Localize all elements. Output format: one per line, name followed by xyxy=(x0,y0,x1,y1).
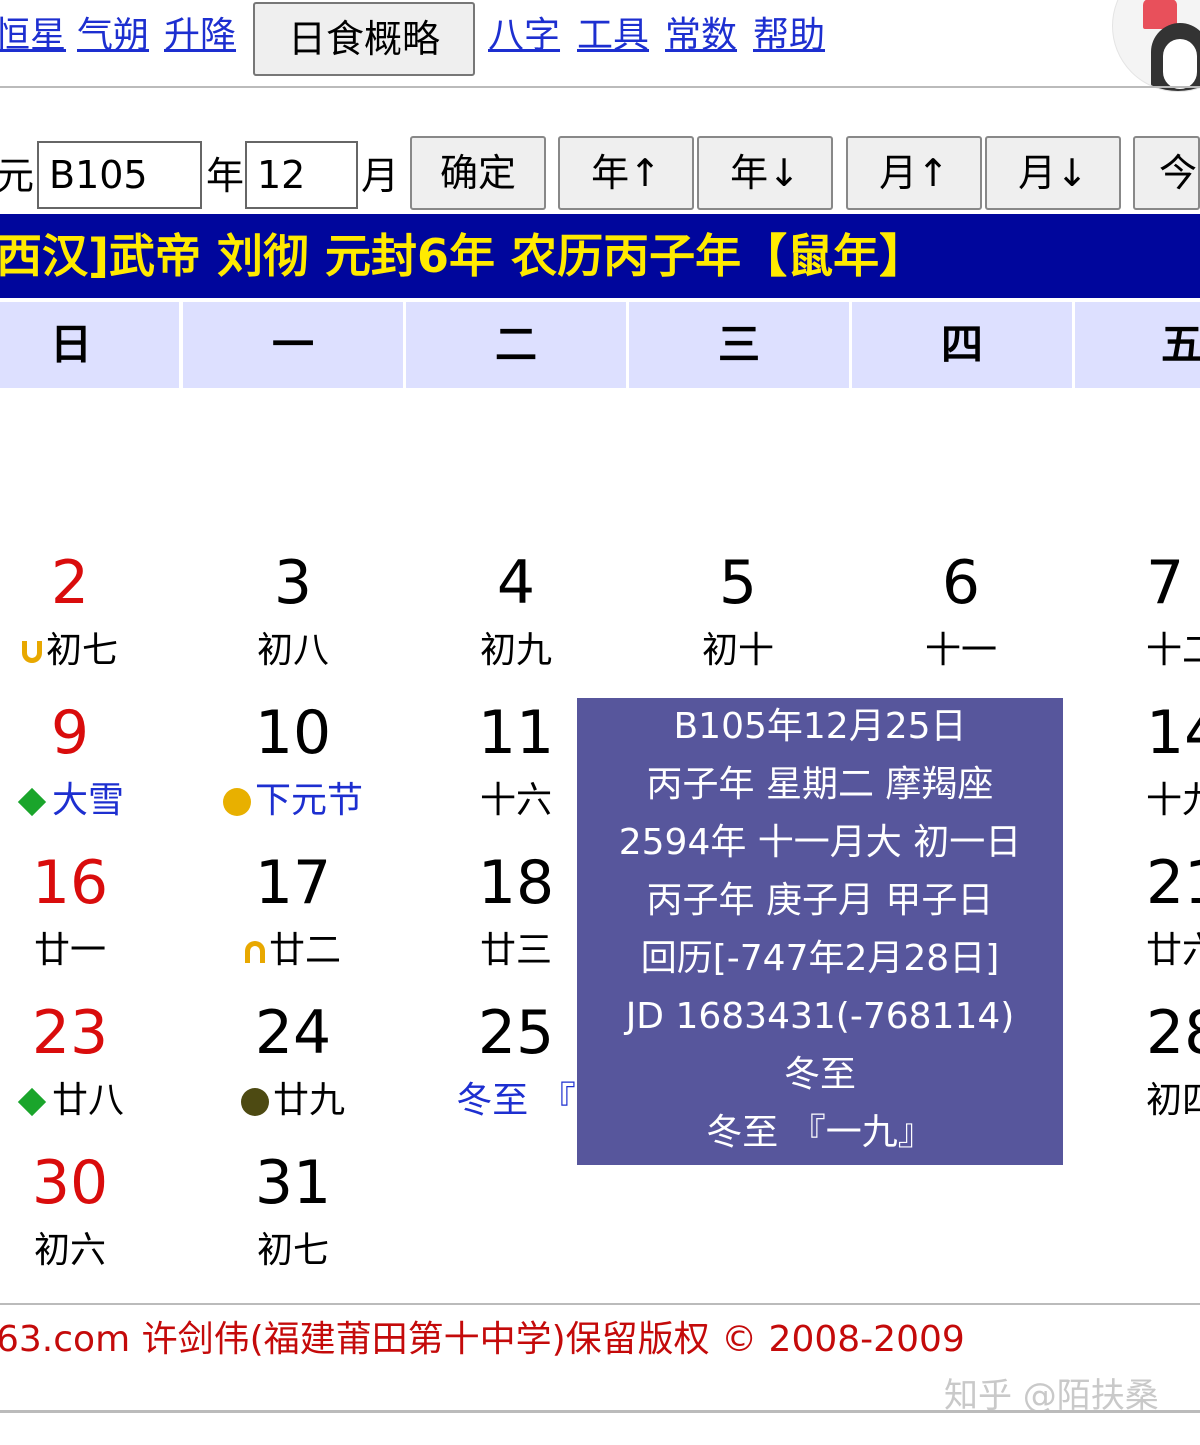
lunar-date: 廿二 xyxy=(268,930,341,971)
lunar-date: 十一 xyxy=(924,630,997,671)
nav-link-constants[interactable]: 常数 xyxy=(665,14,737,58)
popup-ganzhi: 丙子年 庚子月 甲子日 xyxy=(646,880,994,921)
popup-julian-day: JD 1683431(-768114) xyxy=(625,996,1015,1037)
lunar-date: 初七 xyxy=(45,630,118,671)
day-number: 6 xyxy=(941,548,981,618)
year-up-button[interactable]: 年↑ xyxy=(558,136,694,210)
day-number: 2 xyxy=(50,548,90,618)
day-cell[interactable]: 2 初七 xyxy=(0,548,180,674)
day-number: 31 xyxy=(254,1148,332,1218)
lunar-date: 初九 xyxy=(479,630,552,671)
popup-gregorian-date: B105年12月25日 xyxy=(673,706,967,747)
full-moon-icon xyxy=(222,788,251,816)
day-number: 14 xyxy=(1146,698,1200,768)
day-cell[interactable]: 9 大雪 xyxy=(0,698,180,824)
month-label: 月 xyxy=(361,154,400,198)
lunar-date: 廿六 xyxy=(1146,930,1200,971)
lunar-date: 初七 xyxy=(256,1230,329,1271)
nav-link-bazi[interactable]: 八字 xyxy=(488,14,560,58)
year-banner: 西汉]武帝 刘彻 元封6年 农历丙子年【鼠年】 xyxy=(0,214,1200,298)
copyright-footer: 63.com 许剑伟(福建莆田第十中学)保留版权 © 2008-2009 xyxy=(0,1319,965,1360)
lunar-date: 廿八 xyxy=(51,1080,124,1121)
nav-link-shengjiang[interactable]: 升降 xyxy=(164,14,236,58)
lunar-date: 廿九 xyxy=(272,1080,345,1121)
today-button[interactable]: 今 xyxy=(1133,136,1200,210)
month-up-button[interactable]: 月↑ xyxy=(846,136,982,210)
day-number: 9 xyxy=(50,698,90,768)
divider xyxy=(0,86,1200,88)
era-label: 元 xyxy=(0,154,35,198)
lunar-date: 初四 xyxy=(1146,1080,1200,1121)
day-cell[interactable]: 17 廿二 xyxy=(183,848,403,974)
day-cell[interactable]: 31 初七 xyxy=(183,1148,403,1274)
moon-phase-icon xyxy=(21,641,42,663)
date-detail-popup: B105年12月25日 丙子年 星期二 摩羯座 2594年 十一月大 初一日 丙… xyxy=(577,698,1063,1165)
month-input[interactable] xyxy=(245,141,358,209)
day-cell[interactable]: 3 初八 xyxy=(183,548,403,674)
top-nav: 恒星 气朔 升降 日食概略 八字 工具 常数 帮助 xyxy=(0,0,1200,86)
day-cell[interactable]: 21 廿六 xyxy=(1146,848,1200,974)
day-number: 17 xyxy=(254,848,332,918)
day-number: 7 xyxy=(1146,548,1185,618)
banner-title: 西汉]武帝 刘彻 元封6年 农历丙子年【鼠年】 xyxy=(0,229,926,283)
lunar-date: 初十 xyxy=(701,630,774,671)
lunar-date: 初八 xyxy=(256,630,329,671)
lunar-date: 大雪 xyxy=(51,780,124,821)
day-number: 4 xyxy=(496,548,536,618)
day-number: 21 xyxy=(1146,848,1200,918)
day-cell[interactable]: 10 下元节 xyxy=(183,698,403,824)
day-cell[interactable]: 24 廿九 xyxy=(183,998,403,1124)
year-label: 年 xyxy=(206,154,245,198)
day-number: 16 xyxy=(31,848,109,918)
solar-term-icon xyxy=(17,1087,47,1117)
weekday-fri: 五 xyxy=(1075,302,1200,388)
day-cell[interactable]: 30 初六 xyxy=(0,1148,180,1274)
year-input[interactable] xyxy=(37,141,202,209)
day-number: 10 xyxy=(254,698,332,768)
popup-solar-term: 冬至 xyxy=(783,1054,856,1095)
lunar-date: 下元节 xyxy=(254,780,363,821)
nav-link-help[interactable]: 帮助 xyxy=(753,14,825,58)
divider xyxy=(0,1303,1200,1305)
new-moon-icon xyxy=(240,1088,269,1116)
day-cell[interactable]: 23 廿八 xyxy=(0,998,180,1124)
popup-weekday-zodiac: 丙子年 星期二 摩羯座 xyxy=(646,764,994,805)
solar-term-icon xyxy=(17,787,47,817)
popup-islamic-date: 回历[-747年2月28日] xyxy=(640,938,1000,979)
weekday-tue: 二 xyxy=(406,302,626,388)
day-number: 3 xyxy=(273,548,313,618)
month-down-button[interactable]: 月↓ xyxy=(985,136,1121,210)
popup-shujiu: 冬至 『一九』 xyxy=(706,1112,934,1153)
nav-link-hengxing[interactable]: 恒星 xyxy=(0,14,66,58)
weekday-sun: 日 xyxy=(0,302,179,388)
day-cell[interactable]: 16 廿一 xyxy=(0,848,180,974)
confirm-button[interactable]: 确定 xyxy=(410,136,546,210)
lunar-date: 廿一 xyxy=(33,930,106,971)
nav-link-tools[interactable]: 工具 xyxy=(577,14,649,58)
day-cell[interactable]: 14 十九 xyxy=(1146,698,1200,824)
day-number: 23 xyxy=(31,998,109,1068)
weekday-wed: 三 xyxy=(629,302,849,388)
day-cell[interactable]: 6 十一 xyxy=(851,548,1071,674)
day-cell[interactable]: 7 十二 xyxy=(1146,548,1200,674)
lunar-date: 初六 xyxy=(33,1230,106,1271)
moon-phase-icon xyxy=(244,941,265,963)
lunar-date: 十九 xyxy=(1146,780,1200,821)
day-number: 24 xyxy=(254,998,332,1068)
eclipse-overview-button[interactable]: 日食概略 xyxy=(253,2,475,76)
day-number: 5 xyxy=(718,548,758,618)
day-cell[interactable]: 4 初九 xyxy=(406,548,626,674)
divider xyxy=(0,1410,1200,1413)
nav-link-qishuo[interactable]: 气朔 xyxy=(77,14,149,58)
lunar-date: 十二 xyxy=(1146,630,1200,671)
weekday-thu: 四 xyxy=(852,302,1072,388)
day-number: 28 xyxy=(1146,998,1200,1068)
weekday-mon: 一 xyxy=(183,302,403,388)
day-number: 30 xyxy=(31,1148,109,1218)
year-down-button[interactable]: 年↓ xyxy=(697,136,833,210)
day-cell[interactable]: 28 初四 xyxy=(1146,998,1200,1124)
popup-lunar-date: 2594年 十一月大 初一日 xyxy=(618,822,1022,863)
day-cell[interactable]: 5 初十 xyxy=(628,548,848,674)
